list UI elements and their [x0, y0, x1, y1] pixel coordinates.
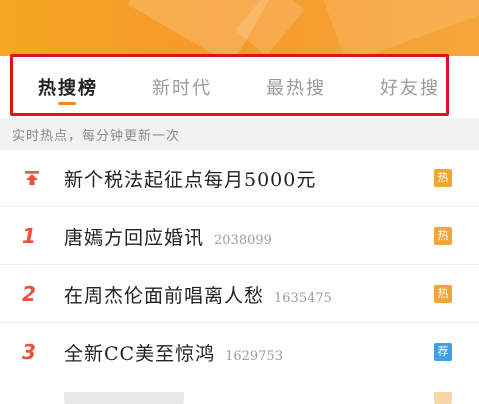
- tab-highlight-box: [10, 54, 449, 116]
- rank-number: 2: [22, 282, 36, 306]
- subheader-text: 实时热点，每分钟更新一次: [12, 129, 181, 144]
- list-item[interactable]: 3 全新CC美至惊鸿 1629753 荐: [0, 324, 479, 381]
- hot-badge: 热: [434, 227, 452, 245]
- rank-number: 3: [22, 340, 36, 364]
- list-item[interactable]: 新个税法起征点每月5000元 热: [0, 150, 479, 207]
- list-item-title: 全新CC美至惊鸿 1629753: [64, 343, 283, 365]
- partial-badge-placeholder: [434, 392, 452, 404]
- banner-decoration: [322, 0, 479, 56]
- hot-badge: 热: [434, 169, 452, 187]
- header-banner: [0, 0, 479, 56]
- recommend-badge: 荐: [434, 343, 452, 361]
- list-item-title: 新个税法起征点每月5000元: [64, 169, 317, 191]
- hot-badge: 热: [434, 285, 452, 303]
- list-item-title: 在周杰伦面前唱离人愁 1635475: [64, 285, 332, 307]
- pin-top-icon: [25, 171, 39, 185]
- list-item-title: 唐嫣方回应婚讯 2038099: [64, 227, 272, 249]
- search-count: 2038099: [214, 233, 272, 248]
- partial-title-placeholder: [64, 392, 184, 404]
- list-subheader: 实时热点，每分钟更新一次: [0, 118, 479, 150]
- rank-number: 1: [22, 224, 36, 248]
- list-item[interactable]: 2 在周杰伦面前唱离人愁 1635475 热: [0, 266, 479, 323]
- search-count: 1629753: [225, 349, 283, 364]
- list-item-partial[interactable]: [0, 374, 479, 404]
- search-count: 1635475: [274, 291, 332, 306]
- list-item[interactable]: 1 唐嫣方回应婚讯 2038099 热: [0, 208, 479, 265]
